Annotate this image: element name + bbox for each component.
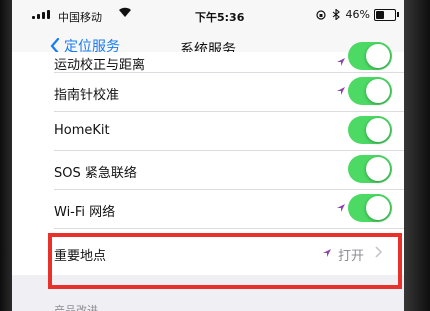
row-label: 指南针校准 (54, 88, 120, 103)
toggle-switch[interactable] (348, 194, 392, 222)
section-header-product-improvement: 产品改进 (54, 304, 98, 311)
battery-tip (397, 12, 399, 17)
list-item: SOS 紧急联络 (54, 151, 404, 190)
location-arrow-icon (337, 87, 345, 95)
list-item: 指南针校准 (54, 73, 404, 112)
highlight-box (48, 233, 402, 289)
status-time: 下午5:36 (195, 11, 245, 24)
row-label: Wi-Fi 网络 (54, 205, 116, 220)
row-label: 运动校正与距离 (54, 58, 146, 73)
toggle-switch[interactable] (348, 42, 392, 70)
list-item: Wi-Fi 网络 (54, 190, 404, 229)
toggle-switch[interactable] (348, 155, 392, 183)
location-arrow-icon (337, 204, 345, 212)
location-arrow-icon (337, 58, 345, 66)
section-footer: 产品改进 (12, 290, 404, 311)
list-item: 运动校正与距离 (54, 42, 404, 73)
row-label: HomeKit (54, 123, 110, 138)
list-item: HomeKit (54, 112, 404, 151)
battery-percent: 46% (345, 8, 370, 21)
row-label: SOS 紧急联络 (54, 166, 137, 181)
phone-bezel-right (402, 0, 430, 311)
signal-strength-icon (32, 10, 50, 19)
bluetooth-icon (332, 9, 340, 20)
battery-fill (376, 11, 385, 19)
battery-icon (374, 9, 396, 21)
toggle-switch[interactable] (348, 116, 392, 144)
toggle-switch[interactable] (348, 77, 392, 105)
orientation-lock-icon (315, 9, 326, 20)
phone-screen: 中国移动 下午5:36 46% 定位服务 系统服务 运动校正与距离 指南针校准 … (12, 0, 404, 311)
phone-bezel-left (0, 0, 12, 311)
status-bar: 中国移动 下午5:36 46% (12, 0, 404, 30)
carrier-name: 中国移动 (58, 11, 102, 24)
wifi-icon (119, 7, 131, 17)
